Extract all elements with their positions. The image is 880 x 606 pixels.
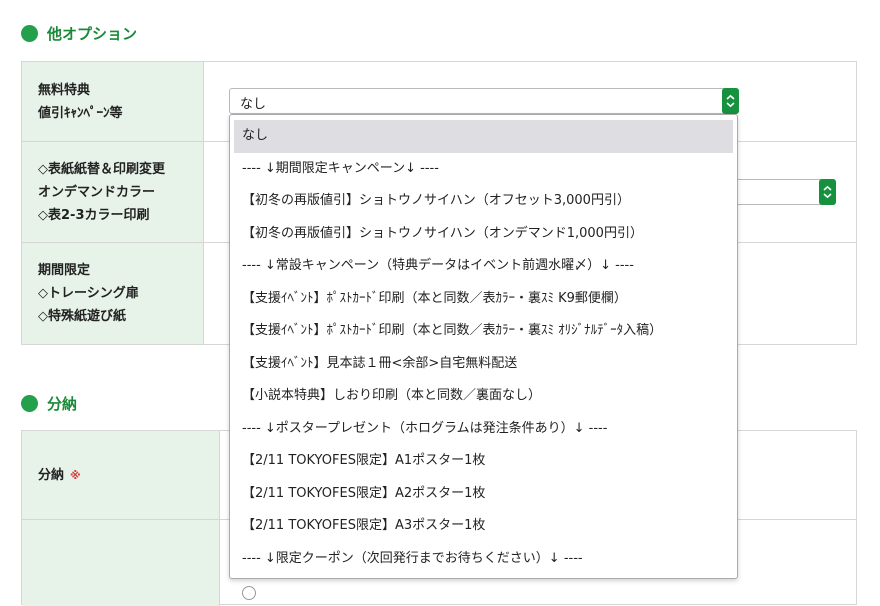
label-line: ◇表2-3カラー印刷 bbox=[38, 207, 150, 223]
label-line: オンデマンドカラー bbox=[38, 184, 156, 200]
label-line: 無料特典 bbox=[38, 82, 91, 98]
select-value: なし bbox=[240, 97, 267, 112]
row-label: 期間限定 ◇トレーシング扉 ◇特殊紙遊び紙 bbox=[22, 243, 204, 344]
select-arrow-icon[interactable] bbox=[722, 88, 739, 114]
free-gift-dropdown-list[interactable]: なし ---- ↓期間限定キャンペーン↓ ---- 【初冬の再版値引】ショトウノサイ… bbox=[229, 114, 738, 579]
dropdown-option[interactable]: 【支援ｲﾍﾞﾝﾄ】見本誌１冊<余部>自宅無料配送 bbox=[234, 348, 733, 381]
bunno-label: 分納 bbox=[38, 467, 65, 483]
dropdown-option[interactable]: ---- ↓常設キャンペーン（特典データはイベント前週水曜〆）↓ ---- bbox=[234, 250, 733, 283]
dropdown-option[interactable]: ---- ↓ポスタープレゼント（ホログラムは発注条件あり）↓ ---- bbox=[234, 413, 733, 446]
row-label: ◇表紙紙替＆印刷変更 オンデマンドカラー ◇表2-3カラー印刷 bbox=[22, 142, 204, 242]
bullet-circle-icon bbox=[21, 394, 38, 412]
free-gift-select[interactable]: なし bbox=[229, 88, 739, 114]
section-title-text: 分納 bbox=[47, 394, 78, 413]
section-title-text: 他オプション bbox=[47, 24, 138, 43]
bullet-circle-icon bbox=[21, 24, 38, 42]
dropdown-option[interactable]: 【支援ｲﾍﾞﾝﾄ】ﾎﾟｽﾄｶｰﾄﾞ印刷（本と同数／表ｶﾗｰ・裏ｽﾐ K9郵便欄） bbox=[234, 283, 733, 316]
required-mark: ※ bbox=[70, 468, 81, 482]
label-line: 期間限定 bbox=[38, 263, 91, 278]
dropdown-option[interactable]: 【2/11 TOKYOFES限定】A1ポスター1枚 bbox=[234, 445, 733, 478]
label-line: ◇表紙紙替＆印刷変更 bbox=[38, 161, 165, 177]
dropdown-option[interactable]: 【小説本特典】しおり印刷（本と同数／裏面なし） bbox=[234, 380, 733, 413]
section-title-options: 他オプション bbox=[21, 21, 137, 45]
select-arrow-icon[interactable] bbox=[819, 179, 836, 205]
chevron-up-down-icon bbox=[823, 185, 832, 199]
row-label: 無料特典 値引ｷｬﾝﾍﾟｰﾝ等 bbox=[22, 62, 204, 141]
dropdown-option[interactable]: ---- ↓限定クーポン（次回発行までお待ちください）↓ ---- bbox=[234, 543, 733, 576]
dropdown-option[interactable]: 【初冬の再版値引】ショトウノサイハン（オンデマンド1,000円引） bbox=[234, 218, 733, 251]
section-title-bunno: 分納 bbox=[21, 391, 77, 415]
radio-button[interactable] bbox=[242, 586, 256, 600]
row-label: 分納 ※ bbox=[22, 431, 220, 519]
dropdown-option[interactable]: 【2/11 TOKYOFES限定】A2ポスター1枚 bbox=[234, 478, 733, 511]
dropdown-option[interactable]: なし bbox=[234, 120, 733, 153]
label-line: 値引ｷｬﾝﾍﾟｰﾝ等 bbox=[38, 105, 123, 121]
chevron-up-down-icon bbox=[726, 94, 735, 108]
dropdown-option[interactable]: 【支援ｲﾍﾞﾝﾄ】ﾎﾟｽﾄｶｰﾄﾞ印刷（本と同数／表ｶﾗｰ・裏ｽﾐ ｵﾘｼﾞﾅﾙ… bbox=[234, 315, 733, 348]
row-label bbox=[22, 520, 220, 606]
dropdown-option[interactable]: 【2/11 TOKYOFES限定】A3ポスター1枚 bbox=[234, 510, 733, 543]
dropdown-option[interactable]: 【初冬の再版値引】ショトウノサイハン（オフセット3,000円引） bbox=[234, 185, 733, 218]
label-line: ◇トレーシング扉 bbox=[38, 286, 139, 301]
dropdown-option[interactable]: ---- ↓期間限定キャンペーン↓ ---- bbox=[234, 153, 733, 186]
label-line: ◇特殊紙遊び紙 bbox=[38, 309, 126, 324]
